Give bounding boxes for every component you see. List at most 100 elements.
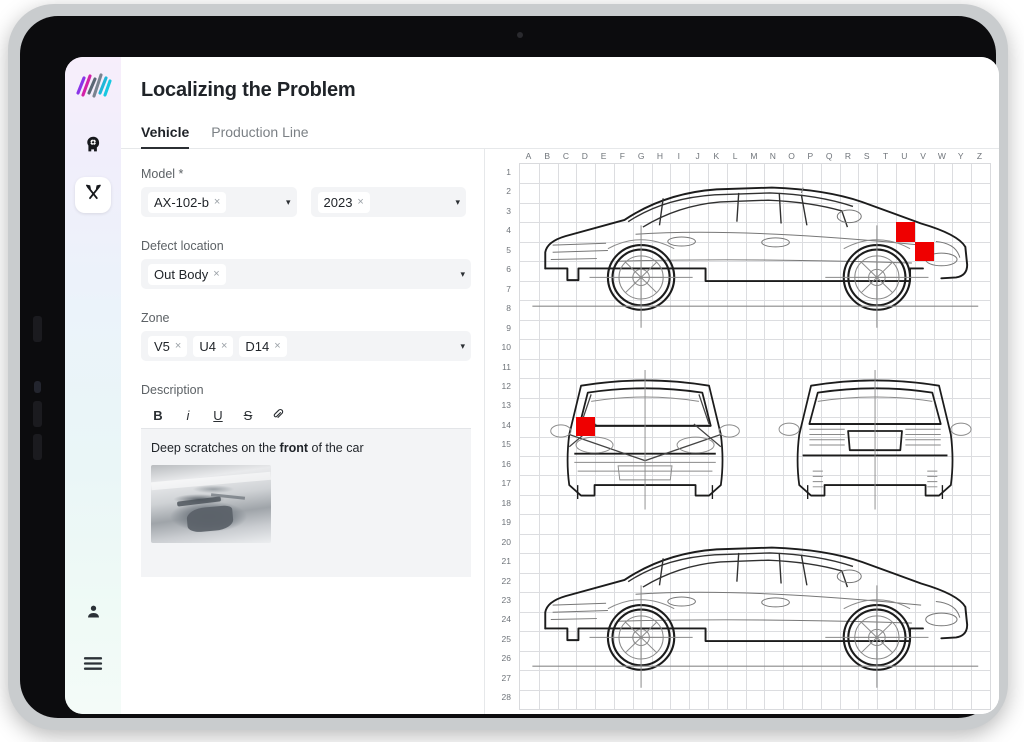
year-chip-remove-icon[interactable]: × xyxy=(357,196,363,208)
blueprint-column-label: W xyxy=(937,151,946,161)
defect-marker-d14[interactable] xyxy=(576,417,596,437)
defect-marker-v5[interactable] xyxy=(914,241,934,262)
blueprint-column-label: O xyxy=(788,151,795,161)
sim-tray[interactable] xyxy=(34,381,41,393)
blueprint-column-label: I xyxy=(677,151,680,161)
description-text-suffix: of the car xyxy=(308,441,364,455)
blueprint-row-label: 27 xyxy=(501,672,511,683)
hamburger-menu-icon xyxy=(83,655,103,677)
zone-chip[interactable]: V5 × xyxy=(148,335,188,357)
tab-vehicle[interactable]: Vehicle xyxy=(141,124,190,149)
editor-toolbar: B i U S xyxy=(141,403,471,429)
underline-button[interactable]: U xyxy=(211,408,225,423)
blueprint-column-label: S xyxy=(863,151,870,161)
blueprint-row-label: 13 xyxy=(501,400,511,411)
front-view xyxy=(549,369,740,510)
zone-chip[interactable]: U4 × xyxy=(193,335,234,357)
zone-chip[interactable]: D14 × xyxy=(239,335,287,357)
rich-text-editor: B i U S Deep scratches on the front of t… xyxy=(141,403,471,577)
blueprint-column-label: Z xyxy=(976,151,983,161)
ai-head-icon xyxy=(84,135,103,159)
blueprint-row-label: 25 xyxy=(501,633,511,644)
blueprint-row-label: 20 xyxy=(501,536,511,547)
chevron-down-icon[interactable]: ▾ xyxy=(452,269,465,280)
zone-chip-remove-icon[interactable]: × xyxy=(274,340,280,352)
zone-select[interactable]: V5 × U4 × D14 × ▾ xyxy=(141,331,471,361)
blueprint-inner: ABCDEFGHIJKLMNOPQRSTUVWYZ 1 2 3 4 5 6 7 8 9 10 11 1… xyxy=(485,149,999,714)
vehicle-blueprint-panel: ABCDEFGHIJKLMNOPQRSTUVWYZ 1 2 3 4 5 6 7 8 9 10 11 1… xyxy=(485,149,999,714)
model-chip-remove-icon[interactable]: × xyxy=(214,196,220,208)
blueprint-row-label: 10 xyxy=(501,342,511,353)
defect-location-chip[interactable]: Out Body × xyxy=(148,263,226,285)
power-button[interactable] xyxy=(33,316,42,342)
zone-chip-remove-icon[interactable]: × xyxy=(221,340,227,352)
sidebar-item-menu[interactable] xyxy=(75,648,111,684)
tab-production-line[interactable]: Production Line xyxy=(211,124,308,148)
photo-scratch-mark xyxy=(176,496,222,507)
brand-logo[interactable] xyxy=(73,69,113,103)
description-text-bold: front xyxy=(279,441,309,455)
model-field-group: Model * AX-102-b × ▾ 2023 × ▾ xyxy=(141,167,466,217)
blueprint-column-label: V xyxy=(920,151,926,161)
sidebar-item-ai[interactable] xyxy=(75,129,111,165)
volume-up-button[interactable] xyxy=(33,401,42,427)
description-field-group: Description B i U S Deep scratches on th… xyxy=(141,383,471,577)
tablet-device-frame: Localizing the Problem Vehicle Productio… xyxy=(8,4,1008,730)
main-content: Localizing the Problem Vehicle Productio… xyxy=(121,57,999,714)
blueprint-row-label: 6 xyxy=(506,264,511,275)
model-year-select[interactable]: 2023 × ▾ xyxy=(310,187,466,217)
blueprint-row-label: 4 xyxy=(506,225,511,236)
strikethrough-button[interactable]: S xyxy=(241,408,255,423)
blueprint-column-label: D xyxy=(581,151,588,161)
year-chip[interactable]: 2023 × xyxy=(317,191,370,213)
volume-down-button[interactable] xyxy=(33,434,42,460)
sidebar-item-account[interactable] xyxy=(75,596,111,632)
blueprint-row-headers: 1 2 3 4 5 6 7 8 9 10 11 12 13 14 15 16 17 18 19 20 21 22 23 24 2… xyxy=(485,163,517,708)
blueprint-column-label: B xyxy=(544,151,551,161)
blueprint-column-label: J xyxy=(695,151,700,161)
defect-location-select[interactable]: Out Body × ▾ xyxy=(141,259,471,289)
defect-location-chip-label: Out Body xyxy=(154,266,209,282)
blueprint-column-label: R xyxy=(844,151,852,161)
blueprint-row-label: 15 xyxy=(501,439,511,450)
zone-label: Zone xyxy=(141,311,170,325)
blueprint-column-label: P xyxy=(807,151,814,161)
model-row: AX-102-b × ▾ 2023 × ▾ xyxy=(141,187,466,217)
editor-body[interactable]: Deep scratches on the front of the car xyxy=(141,429,471,577)
sidebar-item-tools[interactable] xyxy=(75,177,111,213)
model-chip-label: AX-102-b xyxy=(154,194,209,210)
blueprint-column-label: H xyxy=(656,151,664,161)
blueprint-row-label: 21 xyxy=(501,556,511,567)
italic-button[interactable]: i xyxy=(181,408,195,423)
attachment-button[interactable] xyxy=(271,408,285,423)
blueprint-column-label: N xyxy=(769,151,776,161)
model-select[interactable]: AX-102-b × ▾ xyxy=(141,187,297,217)
photo-dent-mark xyxy=(186,505,234,533)
blueprint-grid[interactable] xyxy=(519,163,991,710)
defect-marker-u4[interactable] xyxy=(896,222,915,242)
defect-location-chip-remove-icon[interactable]: × xyxy=(213,268,219,280)
blueprint-column-label: U xyxy=(901,151,908,161)
zone-field-group: Zone V5 × U4 × D14 × ▾ xyxy=(141,311,471,361)
scratch-photo-thumbnail[interactable] xyxy=(151,465,271,543)
zone-chip-remove-icon[interactable]: × xyxy=(175,340,181,352)
chevron-down-icon[interactable]: ▾ xyxy=(447,197,460,208)
blueprint-row-label: 24 xyxy=(501,614,511,625)
blueprint-row-label: 5 xyxy=(506,244,511,255)
blueprint-row-label: 1 xyxy=(506,167,511,177)
blueprint-column-label: F xyxy=(619,151,625,161)
chevron-down-icon[interactable]: ▾ xyxy=(452,341,465,352)
defect-location-field-group: Defect location Out Body × ▾ xyxy=(141,239,471,289)
model-chip[interactable]: AX-102-b × xyxy=(148,191,227,213)
description-text-prefix: Deep scratches on the xyxy=(151,441,280,455)
blueprint-column-label: Y xyxy=(957,151,964,161)
tab-bar: Vehicle Production Line xyxy=(121,108,999,149)
blueprint-column-label: T xyxy=(882,151,889,161)
chevron-down-icon[interactable]: ▾ xyxy=(278,197,291,208)
page-title: Localizing the Problem xyxy=(141,79,356,101)
blueprint-column-label: G xyxy=(637,151,645,161)
blueprint-column-label: C xyxy=(562,151,570,161)
blueprint-column-label: E xyxy=(600,151,607,161)
work-area: Model * AX-102-b × ▾ 2023 × ▾ Defect loc… xyxy=(121,149,999,714)
bold-button[interactable]: B xyxy=(151,408,165,423)
